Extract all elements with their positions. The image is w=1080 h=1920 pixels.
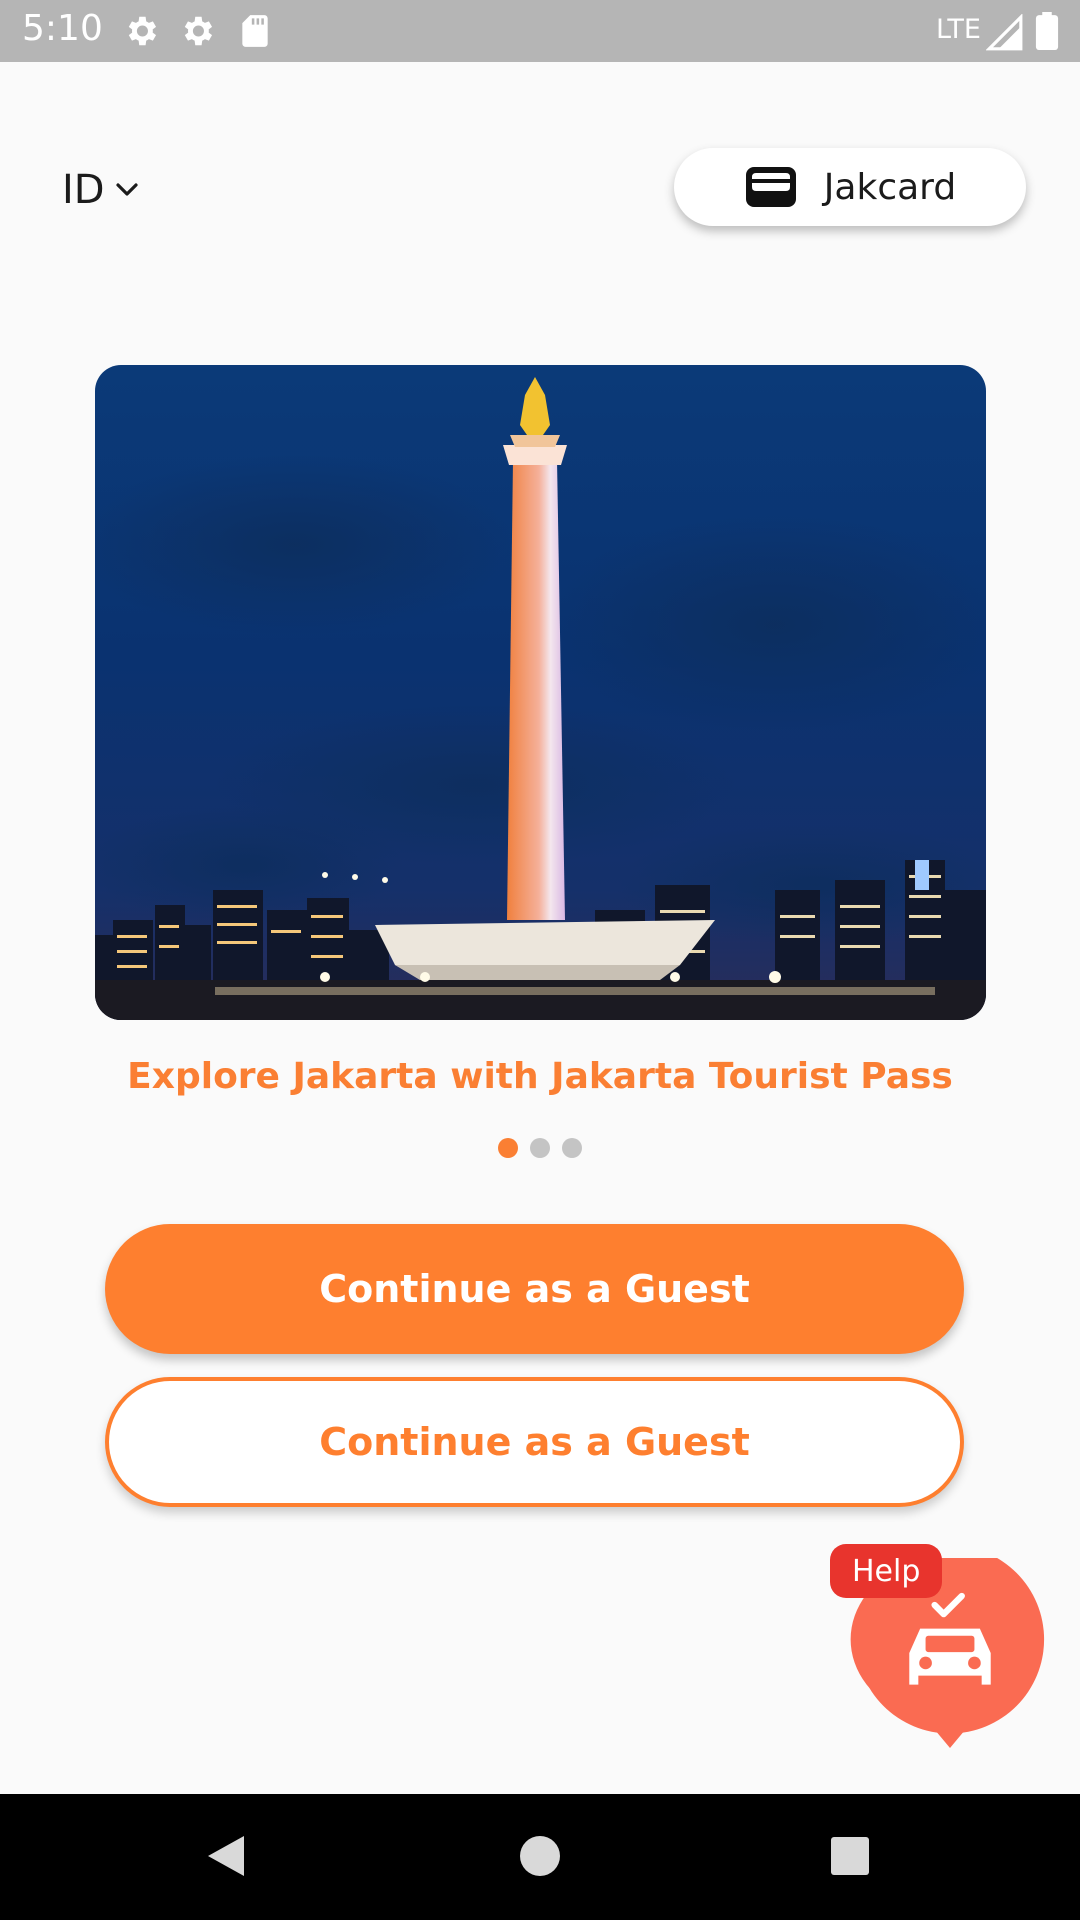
battery-icon [1035, 12, 1059, 50]
carousel-caption: Explore Jakarta with Jakarta Tourist Pas… [127, 1056, 953, 1097]
jakcard-button[interactable]: Jakcard [674, 148, 1026, 226]
pagination-dot[interactable] [562, 1138, 582, 1158]
language-code: ID [62, 167, 105, 213]
language-selector[interactable]: ID [62, 162, 139, 218]
help-widget[interactable]: Help [830, 1540, 1060, 1770]
settings-icon [128, 16, 157, 46]
chevron-down-icon [116, 183, 138, 196]
continue-as-guest-button-outline[interactable]: Continue as a Guest [105, 1377, 964, 1507]
status-time: 5:10 [22, 8, 103, 49]
status-bar: 5:10 LTE [0, 0, 1080, 62]
navigation-bar [0, 1794, 1080, 1920]
home-icon[interactable] [510, 1826, 570, 1886]
settings-icon [184, 16, 213, 46]
signal-icon [986, 14, 1023, 51]
carousel-image[interactable] [95, 365, 986, 1020]
carousel-pagination [0, 1138, 1080, 1158]
network-type: LTE [936, 14, 981, 45]
recents-icon[interactable] [820, 1826, 880, 1886]
pagination-dot[interactable] [530, 1138, 550, 1158]
back-icon[interactable] [196, 1826, 256, 1886]
pagination-dot-active[interactable] [498, 1138, 518, 1158]
jakcard-label: Jakcard [823, 166, 957, 208]
continue-as-guest-button-primary[interactable]: Continue as a Guest [105, 1224, 964, 1354]
monas-night-photo [95, 365, 986, 1020]
sd-card-icon [242, 15, 268, 47]
help-badge[interactable]: Help [830, 1544, 943, 1598]
card-wallet-icon [745, 167, 796, 207]
